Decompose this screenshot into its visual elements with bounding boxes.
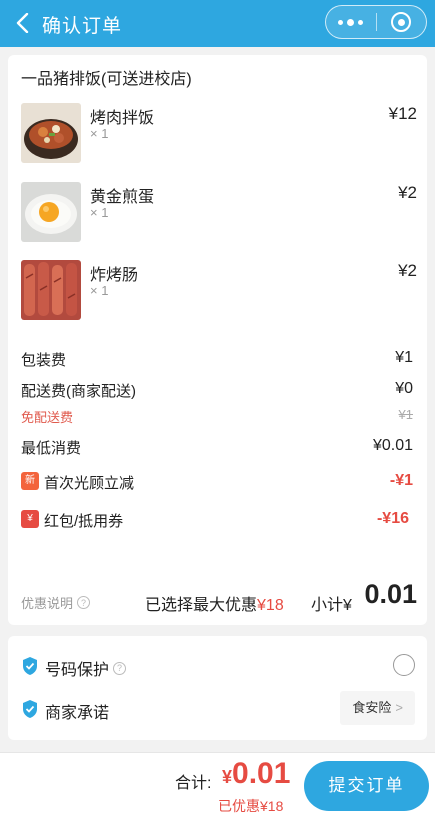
merchant-promise-label: 商家承诺 [45, 705, 110, 722]
delivery-fee-label: 配送费(商家配送) [21, 383, 136, 400]
close-mini-program-button[interactable] [377, 6, 427, 38]
order-item: 烤肉拌饭 × 1 ¥12 [21, 103, 417, 165]
shield-icon [23, 700, 37, 718]
free-delivery-label: 免配送费 [21, 410, 74, 425]
first-visit-discount-label: 首次光顾立减 [44, 475, 135, 492]
total-value: 0.01 [232, 757, 291, 790]
more-dots-icon [338, 18, 364, 26]
new-customer-badge: 新 [21, 472, 39, 490]
delivery-fee-value: ¥0 [395, 380, 413, 397]
coupon-value: -¥16 [376, 510, 409, 527]
packaging-fee-row: 包装费 ¥1 [21, 349, 413, 371]
selected-discount: 已选择最大优惠¥18 [145, 591, 284, 615]
discount-explanation-label: 优惠说明 [21, 596, 74, 611]
subtotal-label: 小计¥ [311, 597, 352, 614]
coupon-row[interactable]: ¥ 红包/抵用券 -¥16 [21, 510, 413, 532]
submit-order-button[interactable]: 提交订单 [304, 761, 429, 811]
coupon-label: 红包/抵用券 [44, 513, 124, 530]
item-quantity: × 1 [90, 205, 109, 220]
order-item: 黄金煎蛋 × 1 ¥2 [21, 182, 417, 244]
item-price: ¥2 [398, 183, 417, 202]
item-quantity: × 1 [90, 126, 109, 141]
item-price: ¥12 [388, 104, 417, 123]
back-button[interactable] [6, 6, 38, 40]
mini-program-capsule [325, 5, 427, 39]
food-safety-insurance-label: 食安险 [352, 700, 392, 715]
food-safety-insurance-tag[interactable]: 食安险 > [340, 691, 415, 725]
selected-discount-prefix: 已选择最大优惠 [145, 597, 258, 614]
order-item: 炸烤肠 × 1 ¥2 [21, 260, 417, 322]
total-amount: ¥0.01 [222, 757, 290, 791]
nav-bar: 确认订单 [0, 0, 435, 47]
item-price: ¥2 [398, 261, 417, 280]
question-icon: ? [77, 596, 91, 609]
guarantee-card: 号码保护 ? 商家承诺 食安险 > [8, 636, 427, 740]
subtotal-value: 0.01 [364, 579, 417, 609]
shield-icon [23, 657, 37, 675]
item-name: 烤肉拌饭 [90, 110, 155, 127]
delivery-fee-row: 配送费(商家配送) ¥0 [21, 380, 413, 402]
food-image-sausage [21, 260, 81, 320]
chevron-left-icon [16, 13, 29, 33]
original-delivery-fee: ¥1 [398, 407, 413, 422]
discount-explanation-link[interactable]: 优惠说明 ? [21, 593, 91, 612]
order-card: 一品猪排饭(可送进校店) 烤肉拌饭 × 1 ¥12 黄金煎蛋 × 1 ¥2 炸烤… [8, 55, 427, 625]
number-protection-label: 号码保护 [45, 662, 110, 679]
first-visit-discount-row: 新 首次光顾立减 -¥1 [21, 472, 413, 494]
packaging-fee-label: 包装费 [21, 352, 67, 369]
selected-discount-value: ¥18 [257, 597, 284, 614]
food-image-fried-egg [21, 182, 81, 242]
item-quantity: × 1 [90, 283, 109, 298]
item-name: 炸烤肠 [90, 267, 139, 284]
minimum-spend-label: 最低消费 [21, 440, 82, 457]
number-protection-radio[interactable] [393, 654, 415, 676]
page-title: 确认订单 [42, 16, 123, 37]
number-protection-row: 号码保护 ? [21, 652, 415, 682]
merchant-promise-row: 商家承诺 食安险 > [21, 691, 415, 725]
minimum-spend-value: ¥0.01 [372, 437, 413, 454]
coupon-badge: ¥ [21, 510, 39, 528]
first-visit-discount-value: -¥1 [389, 472, 413, 489]
number-protection-label-wrap: 号码保护 ? [45, 656, 127, 680]
minimum-spend-row: 最低消费 ¥0.01 [21, 437, 413, 459]
saved-amount: 已优惠¥18 [218, 798, 284, 814]
total-label: 合计: [175, 775, 212, 792]
free-delivery-row: 免配送费 ¥1 [21, 405, 413, 427]
question-icon[interactable]: ? [113, 661, 127, 675]
food-image-bbq-rice [21, 103, 81, 163]
shop-name: 一品猪排饭(可送进校店) [21, 71, 192, 88]
checkout-bar: 合计: ¥0.01 已优惠¥18 提交订单 [0, 752, 435, 818]
more-button[interactable] [326, 6, 376, 38]
total-currency: ¥ [222, 767, 233, 787]
chevron-right-icon: > [395, 700, 403, 715]
item-name: 黄金煎蛋 [90, 189, 155, 206]
order-summary: 优惠说明 ? 已选择最大优惠¥18 小计¥ 0.01 [21, 577, 417, 614]
target-close-icon [391, 12, 412, 32]
packaging-fee-value: ¥1 [395, 349, 413, 366]
